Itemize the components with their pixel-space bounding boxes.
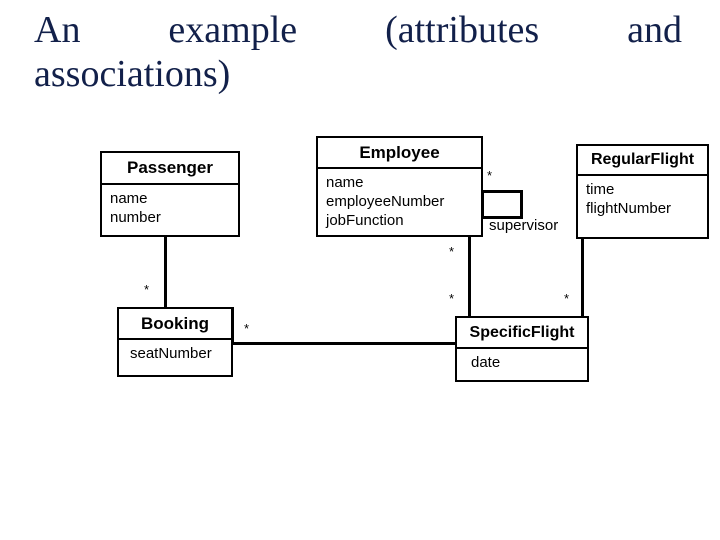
multiplicity-passenger-down-star: * — [144, 282, 150, 297]
association-line-regularflight-specificflight — [581, 239, 584, 318]
uml-attributes-employee: name employeeNumber jobFunction — [318, 169, 481, 235]
association-line-employee-specificflight — [468, 236, 471, 318]
page-title-line-1: An example (attributes and — [34, 9, 682, 51]
uml-class-regularflight[interactable]: RegularFlight time flightNumber — [576, 144, 709, 239]
uml-attribute: flightNumber — [586, 200, 672, 217]
association-line-booking-specificflight — [232, 342, 458, 345]
page-title-line-2: associations) — [34, 53, 231, 95]
uml-class-name-passenger: Passenger — [102, 153, 238, 185]
uml-class-specificflight[interactable]: SpecificFlight date — [455, 316, 589, 382]
uml-class-booking[interactable]: Booking seatNumber — [117, 307, 233, 377]
uml-attribute: date — [471, 354, 501, 371]
uml-class-name-specificflight: SpecificFlight — [457, 318, 587, 349]
uml-attribute: name — [110, 190, 148, 207]
uml-attributes-booking: seatNumber — [119, 340, 231, 375]
uml-attributes-regularflight: time flightNumber — [578, 176, 707, 237]
uml-class-name-booking: Booking — [119, 309, 231, 340]
uml-class-passenger[interactable]: Passenger name number — [100, 151, 240, 237]
association-line-passenger-booking — [164, 236, 167, 308]
association-loop-employee-supervisor — [481, 190, 523, 219]
uml-attributes-specificflight: date — [457, 349, 587, 380]
uml-class-name-employee: Employee — [318, 138, 481, 169]
multiplicity-booking-right-star: * — [244, 321, 250, 336]
uml-attribute: jobFunction — [326, 212, 404, 229]
page-title: An example (attributes and associations) — [34, 8, 682, 96]
multiplicity-employee-supervisor-star: * — [487, 168, 493, 183]
slide-canvas: An example (attributes and associations)… — [0, 0, 720, 540]
uml-attribute: time — [586, 181, 615, 198]
uml-attribute: employeeNumber — [326, 193, 445, 210]
multiplicity-employee-down-star: * — [449, 244, 455, 259]
multiplicity-specificflight-right-star: * — [564, 291, 570, 306]
uml-attributes-passenger: name number — [102, 185, 238, 235]
uml-attribute: number — [110, 209, 161, 226]
uml-class-employee[interactable]: Employee name employeeNumber jobFunction — [316, 136, 483, 237]
uml-class-name-regularflight: RegularFlight — [578, 146, 707, 176]
multiplicity-specificflight-left-star: * — [449, 291, 455, 306]
association-role-supervisor: supervisor — [489, 217, 559, 234]
uml-attribute: name — [326, 174, 364, 191]
uml-attribute: seatNumber — [130, 345, 212, 362]
